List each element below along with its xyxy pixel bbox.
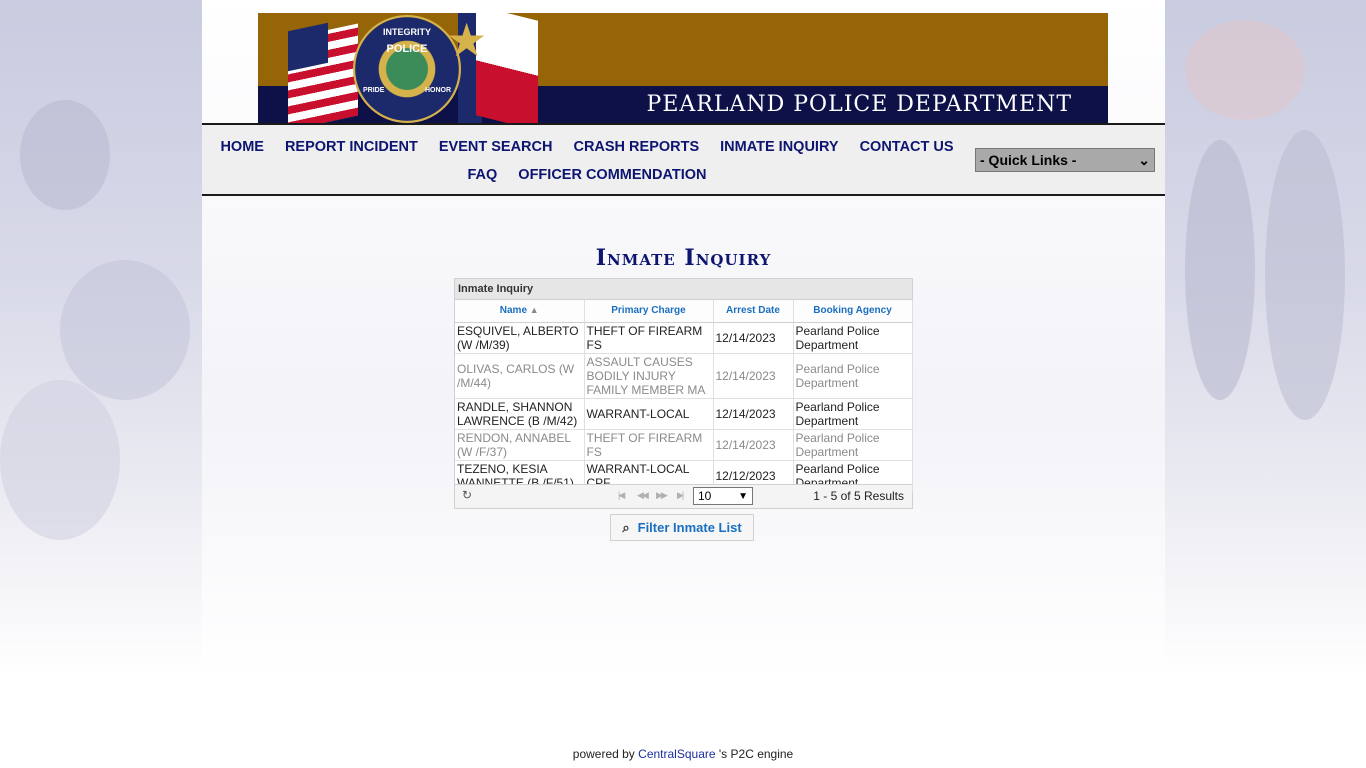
badge-top-text: INTEGRITY [382,27,431,37]
sort-icon: ▲ [529,305,539,316]
nav-inmate-inquiry[interactable]: INMATE INQUIRY [720,139,838,155]
main-container: INTEGRITY POLICE PRIDE HONOR ★ PEARLAND … [202,0,1165,678]
table-row[interactable]: ESQUIVEL, ALBERTO (W /M/39) THEFT OF FIR… [455,322,913,354]
grid-caption: Inmate Inquiry [455,279,912,300]
table-row[interactable]: RENDON, ANNABEL (W /F/37) THEFT OF FIREA… [455,429,913,461]
police-badge-logo: INTEGRITY POLICE PRIDE HONOR [353,15,461,123]
search-icon: ⌕ [622,519,630,535]
filter-button-label: Filter Inmate List [637,520,742,535]
cell-date: 12/14/2023 [713,429,794,461]
column-header-booking-agency[interactable]: Booking Agency [793,300,913,323]
cell-date: 12/14/2023 [713,398,794,430]
cell-charge: THEFT OF FIREARM FS [584,429,714,461]
filter-inmate-list-button[interactable]: ⌕ Filter Inmate List [610,514,754,541]
cell-date: 12/14/2023 [713,322,794,354]
footer-suffix: 's P2C engine [718,747,794,761]
first-page-icon[interactable]: |◀ [618,490,625,501]
nav-contact-us[interactable]: CONTACT US [860,139,954,155]
table-row[interactable]: RANDLE, SHANNON LAWRENCE (B /M/42) WARRA… [455,398,913,430]
chevron-down-icon: ⌄ [1138,151,1150,168]
badge-right-text: HONOR [424,87,451,94]
cell-name: OLIVAS, CARLOS (W /M/44) [455,353,585,399]
badge-center-text: POLICE [386,43,428,55]
table-row[interactable]: OLIVAS, CARLOS (W /M/44) ASSAULT CAUSES … [455,353,913,399]
chevron-down-icon: ▼ [738,490,748,502]
cell-date: 12/14/2023 [713,353,794,399]
header-banner: INTEGRITY POLICE PRIDE HONOR ★ PEARLAND … [258,13,1108,123]
nav-home[interactable]: HOME [220,139,264,155]
quick-links-select[interactable]: - Quick Links - ⌄ [975,148,1155,172]
inmate-grid: Inmate Inquiry Name ▲ Primary Charge Arr… [454,278,913,509]
cell-charge: THEFT OF FIREARM FS [584,322,714,354]
page-size-select[interactable]: 10 ▼ [693,487,753,505]
centralsquare-link[interactable]: CentralSquare [638,747,715,761]
quick-links-value: - Quick Links - [980,152,1077,168]
us-flag-canton [288,22,328,72]
last-page-icon[interactable]: ▶| [677,490,684,501]
next-page-icon[interactable]: ▶▶ [656,490,668,501]
cell-name: RANDLE, SHANNON LAWRENCE (B /M/42) [455,398,585,430]
cell-agency: Pearland Police Department [793,353,913,399]
nav-officer-commendation[interactable]: OFFICER COMMENDATION [518,167,706,183]
nav-row-1: HOME REPORT INCIDENT EVENT SEARCH CRASH … [202,139,972,155]
left-background-photo [0,0,202,678]
nav-event-search[interactable]: EVENT SEARCH [439,139,553,155]
nav-crash-reports[interactable]: CRASH REPORTS [573,139,699,155]
right-background-photo [1165,0,1366,678]
inmate-table: Name ▲ Primary Charge Arrest Date Bookin… [455,300,913,492]
column-header-arrest-date[interactable]: Arrest Date [713,300,794,323]
column-header-name[interactable]: Name ▲ [455,300,585,323]
main-navigation: HOME REPORT INCIDENT EVENT SEARCH CRASH … [202,123,1165,196]
footer: powered by CentralSquare 's P2C engine [0,747,1366,761]
cell-agency: Pearland Police Department [793,322,913,354]
results-count: 1 - 5 of 5 Results [813,489,904,503]
cell-agency: Pearland Police Department [793,398,913,430]
page-size-value: 10 [698,489,712,503]
cell-agency: Pearland Police Department [793,429,913,461]
refresh-icon[interactable]: ↻ [462,488,472,502]
nav-faq[interactable]: FAQ [467,167,497,183]
cell-charge: ASSAULT CAUSES BODILY INJURY FAMILY MEMB… [584,353,714,399]
cell-name: RENDON, ANNABEL (W /F/37) [455,429,585,461]
column-header-primary-charge[interactable]: Primary Charge [584,300,714,323]
department-title: PEARLAND POLICE DEPARTMENT [646,92,1072,117]
cell-charge: WARRANT-LOCAL [584,398,714,430]
nav-report-incident[interactable]: REPORT INCIDENT [285,139,418,155]
page-title: Inmate Inquiry [595,245,772,271]
previous-page-icon[interactable]: ◀◀ [637,490,649,501]
footer-prefix: powered by [572,747,635,761]
cell-name: ESQUIVEL, ALBERTO (W /M/39) [455,322,585,354]
star-icon: ★ [446,14,488,66]
grid-pager: ↻ |◀ ◀◀ ▶▶ ▶| 10 ▼ 1 - 5 of 5 Results [455,484,912,508]
nav-row-2: FAQ OFFICER COMMENDATION [202,167,972,183]
